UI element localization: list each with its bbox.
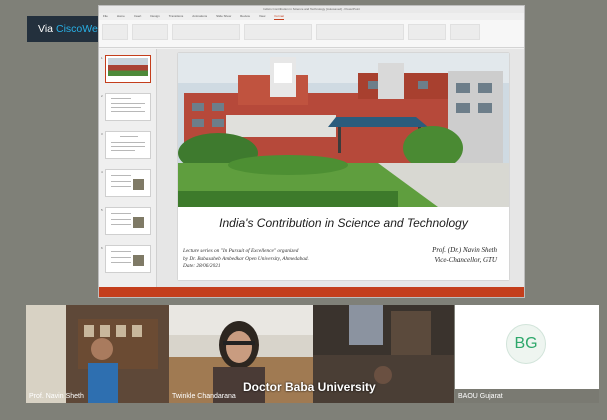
tab-file[interactable]: File (103, 13, 108, 20)
current-slide[interactable]: India's Contribution in Science and Tech… (178, 53, 509, 280)
shared-screen-powerpoint: India's Contribution in Science and Tech… (98, 5, 525, 298)
avatar: BG (506, 324, 546, 364)
slide-meta-line: Date: 28/06/2021 (183, 263, 221, 269)
tab-format[interactable]: Format (274, 13, 284, 20)
slide-thumbnail[interactable]: 1 (101, 55, 151, 83)
ribbon-group-editing[interactable] (450, 24, 480, 40)
slide-thumbnail[interactable]: 4 (101, 169, 151, 197)
thumbnail-image (108, 58, 148, 76)
participant-tile[interactable]: BG BAOU Gujarat (455, 305, 599, 403)
participant-name: Prof. Navin Sheth (29, 393, 84, 400)
participant-tile[interactable]: Prof. Navin Sheth (26, 305, 169, 403)
slide-meta-line: by Dr. Babasaheb Ambedkar Open Universit… (183, 255, 309, 262)
ribbon-group-arrange[interactable] (408, 24, 446, 40)
participant-name: BAOU Gujarat (458, 393, 503, 400)
slide-thumbnail[interactable]: 2 (101, 93, 151, 121)
slide-number: 2 (101, 94, 103, 98)
ribbon-group-font[interactable] (172, 24, 240, 40)
ribbon-group-slides[interactable] (132, 24, 168, 40)
tab-home[interactable]: Home (117, 13, 125, 20)
bottom-bar (0, 403, 607, 420)
slide-title: India's Contribution in Science and Tech… (219, 216, 468, 230)
ppt-status-bar (99, 287, 524, 297)
slide-author: Prof. (Dr.) Navin Sheth Vice-Chancellor,… (432, 245, 497, 265)
slide-number: 3 (101, 132, 103, 136)
webex-prefix: Via (38, 23, 53, 35)
slide-number: 5 (101, 208, 103, 212)
slide-thumbnail[interactable]: 5 (101, 207, 151, 235)
author-title: Vice-Chancellor, GTU (434, 256, 497, 264)
ribbon-group-clipboard[interactable] (102, 24, 128, 40)
participant-video (26, 305, 169, 403)
webex-badge: Via CiscoWebex (27, 16, 115, 42)
author-name: Prof. (Dr.) Navin Sheth (432, 246, 497, 254)
slide-thumbnail[interactable]: 3 (101, 131, 151, 159)
slide-meta: Lecture series on "In Pursuit of Excelle… (183, 248, 309, 271)
participant-name: Twinkle Chandarana (172, 393, 236, 400)
tab-design[interactable]: Design (150, 13, 159, 20)
ppt-ribbon (99, 20, 524, 48)
tab-transitions[interactable]: Transitions (169, 13, 184, 20)
campus-building-photo (178, 53, 509, 207)
tab-review[interactable]: Review (240, 13, 250, 20)
slide-number: 4 (101, 170, 103, 174)
slide-number: 6 (101, 246, 103, 250)
tab-animations[interactable]: Animations (192, 13, 207, 20)
tab-view[interactable]: View (259, 13, 265, 20)
ribbon-group-paragraph[interactable] (244, 24, 312, 40)
slide-meta-line: Lecture series on "In Pursuit of Excelle… (183, 248, 299, 254)
slide-thumbnail[interactable]: 6 (101, 245, 151, 273)
slide-number: 1 (101, 56, 103, 60)
ppt-workspace: 1 2 3 4 5 6 India's Contribution in Scie… (99, 49, 524, 288)
tab-insert[interactable]: Insert (134, 13, 142, 20)
ppt-window-title: India's Contribution in Science and Tech… (99, 6, 524, 13)
ribbon-group-drawing[interactable] (316, 24, 404, 40)
slide-thumbnail-pane: 1 2 3 4 5 6 (99, 49, 157, 288)
overlay-caption: Doctor Baba University (243, 380, 376, 394)
tab-slide-show[interactable]: Slide Show (216, 13, 231, 20)
ppt-ribbon-tabs: File Home Insert Design Transitions Anim… (99, 13, 524, 20)
